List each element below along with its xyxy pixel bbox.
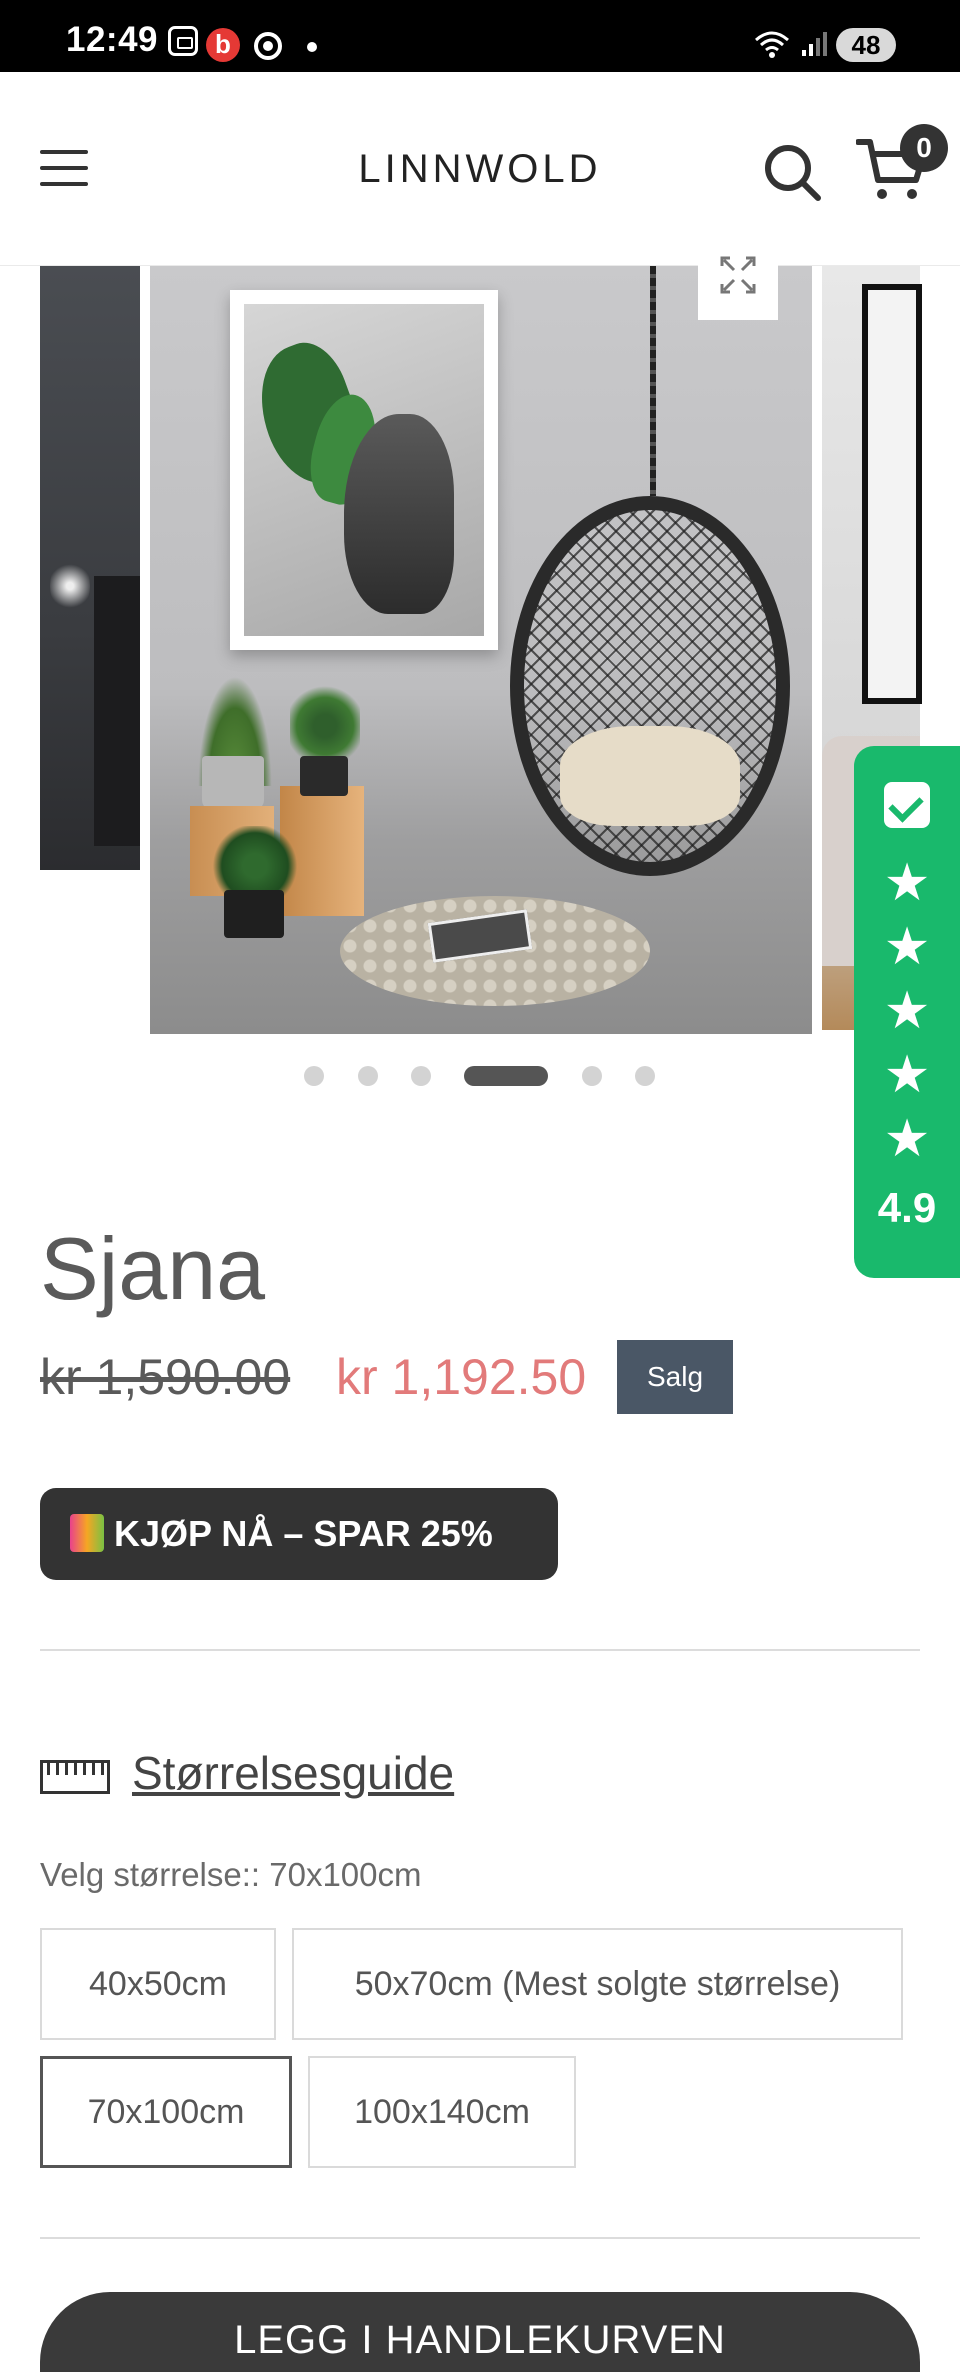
size-option-100x140[interactable]: 100x140cm	[308, 2056, 576, 2168]
chrome-icon	[254, 32, 282, 60]
star-icon: ★	[883, 1110, 931, 1168]
gallery-dot[interactable]	[582, 1066, 602, 1086]
size-option-50x70[interactable]: 50x70cm (Mest solgte størrelse)	[292, 1928, 903, 2040]
gallery-dot[interactable]	[411, 1066, 431, 1086]
rating-widget[interactable]: ★ ★ ★ ★ ★ 4.9	[854, 746, 960, 1278]
size-option-70x100[interactable]: 70x100cm	[40, 2056, 292, 2168]
menu-button[interactable]	[40, 150, 88, 186]
menu-icon	[40, 150, 88, 154]
gallery-dot[interactable]	[304, 1066, 324, 1086]
search-icon[interactable]	[760, 140, 824, 204]
cart-count-badge: 0	[900, 124, 948, 172]
status-time: 12:49	[66, 20, 159, 59]
sale-price: kr 1,192.50	[336, 1349, 587, 1405]
size-option-40x50[interactable]: 40x50cm	[40, 1928, 276, 2040]
site-header: LINNWOLD 0	[0, 72, 960, 266]
divider	[40, 2237, 920, 2239]
gallery-pagination	[0, 1064, 960, 1088]
size-guide-label: Størrelsesguide	[132, 1747, 455, 1799]
product-gallery[interactable]	[0, 266, 960, 1036]
battery-indicator: 48	[836, 28, 896, 62]
star-icon: ★	[883, 1046, 931, 1104]
verified-check-icon	[884, 782, 930, 828]
gallery-dot-active[interactable]	[464, 1066, 548, 1086]
gallery-dot[interactable]	[358, 1066, 378, 1086]
promo-badge-label: KJØP NÅ – SPAR 25%	[114, 1513, 493, 1554]
wifi-icon	[755, 31, 789, 58]
star-icon: ★	[883, 918, 931, 976]
rating-score: 4.9	[877, 1184, 937, 1231]
star-icon: ★	[883, 854, 931, 912]
ruler-icon	[40, 1760, 110, 1794]
framed-poster-image	[230, 290, 498, 650]
status-bar: 12:49 48	[0, 0, 960, 72]
expand-icon[interactable]	[698, 236, 778, 320]
shopping-bags-icon	[70, 1514, 104, 1552]
gallery-dot[interactable]	[635, 1066, 655, 1086]
sale-badge: Salg	[617, 1340, 733, 1414]
beats-icon	[206, 28, 240, 62]
original-price: kr 1,590.00	[40, 1349, 291, 1405]
size-selector-label: Velg størrelse:: 70x100cm	[40, 1856, 422, 1893]
gallery-slide-previous[interactable]	[40, 266, 140, 870]
notification-dot-icon	[307, 42, 317, 52]
site-logo[interactable]: LINNWOLD	[352, 144, 608, 194]
divider	[40, 1649, 920, 1651]
product-title: Sjana	[40, 1219, 266, 1318]
star-icon: ★	[883, 982, 931, 1040]
add-to-cart-button[interactable]: LEGG I HANDLEKURVEN	[40, 2292, 920, 2372]
promo-badge[interactable]: KJØP NÅ – SPAR 25%	[40, 1488, 558, 1580]
signal-icon	[802, 32, 827, 56]
gallery-slide-current[interactable]	[150, 266, 812, 1034]
screenshot-icon	[168, 26, 198, 56]
